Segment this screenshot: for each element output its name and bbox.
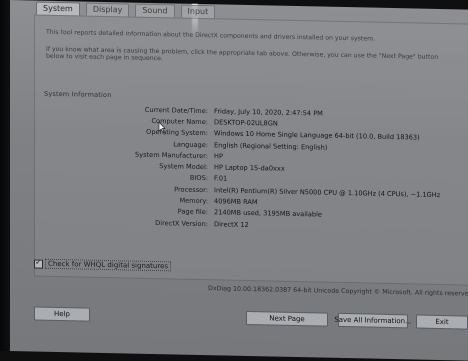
section-title: System Information: [44, 89, 112, 100]
system-info-list: Current Date/Time: Friday, July 10, 2020…: [44, 102, 454, 235]
button-bar: Help Next Page Save All Information... E…: [34, 306, 468, 334]
info-label: DirectX Version:: [155, 218, 208, 228]
tab-sound[interactable]: Sound: [135, 3, 175, 18]
tab-display[interactable]: Display: [85, 2, 130, 17]
dxdiag-window: System Display Sound Input This tool rep…: [10, 0, 468, 361]
next-page-button[interactable]: Next Page: [246, 310, 328, 327]
tab-system[interactable]: System: [36, 1, 80, 16]
tab-input[interactable]: Input: [180, 4, 216, 19]
help-button[interactable]: Help: [34, 306, 90, 322]
whql-checkbox[interactable]: [34, 259, 43, 269]
exit-button[interactable]: Exit: [416, 314, 468, 330]
save-all-information-button[interactable]: Save All Information...: [334, 312, 412, 329]
version-footer: DxDiag 10.00.18362.0387 64-bit Unicode C…: [208, 285, 468, 298]
intro-text: This tool reports detailed information a…: [46, 29, 456, 78]
mouse-pointer-icon: [158, 121, 166, 133]
intro-line-2: If you know what area is causing the pro…: [46, 45, 439, 63]
